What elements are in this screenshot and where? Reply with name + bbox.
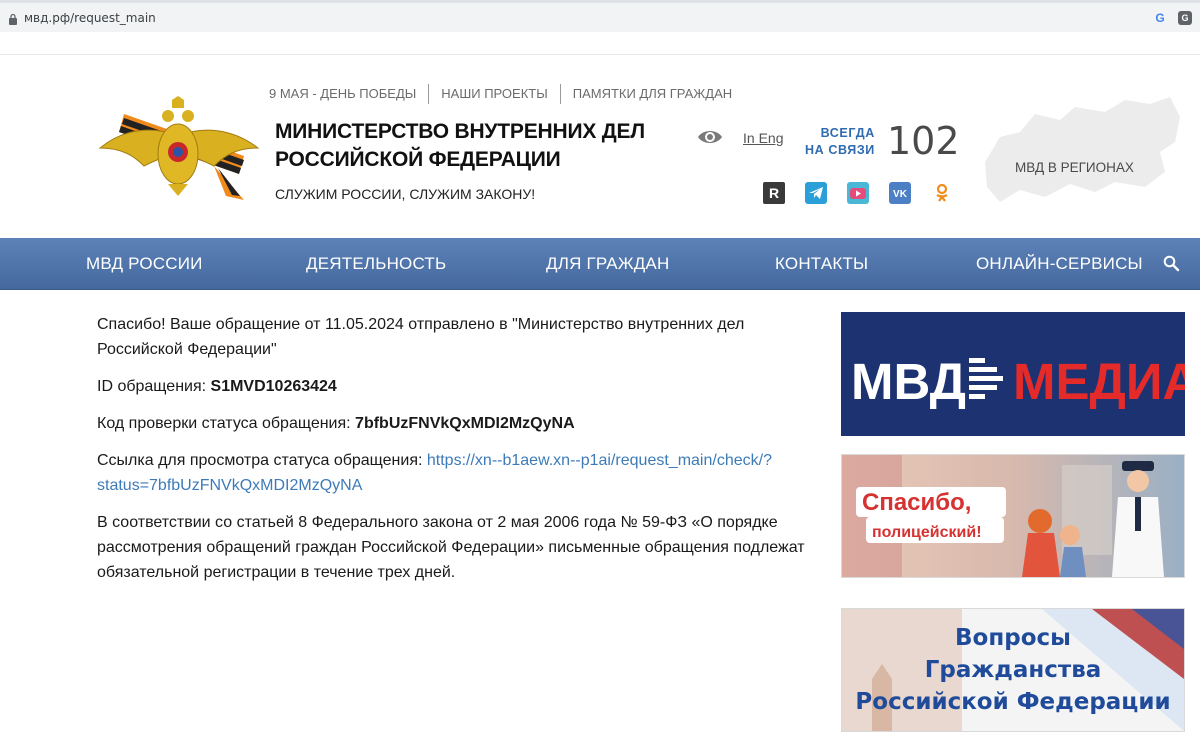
request-id-line: ID обращения: S1MVD10263424	[97, 374, 817, 399]
site-title[interactable]: МИНИСТЕРСТВО ВНУТРЕННИХ ДЕЛ РОССИЙСКОЙ Ф…	[275, 118, 675, 174]
english-link[interactable]: In Eng	[743, 130, 783, 146]
citizenship-graphic: Вопросы Гражданства Российской Федерации	[842, 609, 1184, 731]
status-link-line: Ссылка для просмотра статуса обращения: …	[97, 448, 817, 498]
emblem-logo[interactable]	[94, 96, 262, 200]
top-links: 9 МАЯ - ДЕНЬ ПОБЕДЫ НАШИ ПРОЕКТЫ ПАМЯТКИ…	[269, 84, 744, 104]
thanks-line-1: Спасибо,	[862, 489, 971, 516]
cit-line-1: Вопросы	[955, 625, 1071, 651]
nav-item-citizens[interactable]: ДЛЯ ГРАЖДАН	[546, 254, 669, 274]
svg-text:R: R	[769, 185, 779, 201]
ok-icon[interactable]	[931, 182, 953, 204]
always-line-1: ВСЕГДА	[820, 126, 875, 140]
rutube-icon[interactable]: R	[763, 182, 785, 204]
lock-icon	[9, 13, 17, 25]
media-right-text: МЕДИА	[1013, 353, 1185, 410]
telegram-icon[interactable]	[805, 182, 827, 204]
google-icon[interactable]: G	[1153, 11, 1167, 25]
eye-icon[interactable]	[696, 127, 724, 147]
always-in-touch: ВСЕГДА НА СВЯЗИ	[805, 125, 875, 159]
main-nav: МВД РОССИИ ДЕЯТЕЛЬНОСТЬ ДЛЯ ГРАЖДАН КОНТ…	[0, 238, 1200, 290]
svg-text:VK: VK	[893, 189, 908, 200]
top-link-projects[interactable]: НАШИ ПРОЕКТЫ	[428, 84, 559, 104]
site-motto: СЛУЖИМ РОССИИ, СЛУЖИМ ЗАКОНУ!	[275, 186, 536, 202]
thanks-police-banner[interactable]: Спасибо, полицейский!	[841, 454, 1185, 578]
request-id-value: S1MVD10263424	[210, 378, 337, 395]
request-id-label: ID обращения:	[97, 378, 211, 395]
mvd-media-graphic: МВД МЕДИА	[841, 312, 1185, 436]
citizenship-banner[interactable]: Вопросы Гражданства Российской Федерации	[841, 608, 1185, 732]
phone-number[interactable]: 102	[887, 119, 960, 163]
law-notice: В соответствии со статьей 8 Федерального…	[97, 514, 805, 581]
cit-line-3: Российской Федерации	[855, 689, 1170, 715]
nav-item-activity[interactable]: ДЕЯТЕЛЬНОСТЬ	[306, 254, 446, 274]
vk-icon[interactable]: VK	[889, 182, 911, 204]
status-code-value: 7bfbUzFNVkQxMDI2MzQyNA	[355, 415, 575, 432]
translate-icon[interactable]: G	[1178, 11, 1192, 25]
regions-link[interactable]: МВД В РЕГИОНАХ	[1015, 160, 1134, 175]
always-line-2: НА СВЯЗИ	[805, 143, 875, 157]
thanks-message: Спасибо! Ваше обращение от 11.05.2024 от…	[97, 316, 745, 358]
top-link-memos[interactable]: ПАМЯТКИ ДЛЯ ГРАЖДАН	[559, 84, 744, 104]
search-icon[interactable]	[1163, 255, 1180, 272]
nav-item-mvd-russia[interactable]: МВД РОССИИ	[86, 254, 203, 274]
russia-map[interactable]	[975, 92, 1185, 210]
url-text[interactable]: мвд.рф/request_main	[24, 11, 156, 25]
status-link-label: Ссылка для просмотра статуса обращения:	[97, 452, 427, 469]
top-link-victory-day[interactable]: 9 МАЯ - ДЕНЬ ПОБЕДЫ	[269, 84, 428, 104]
status-code-label: Код проверки статуса обращения:	[97, 415, 356, 432]
address-bar[interactable]: мвд.рф/request_main G G	[0, 0, 1200, 32]
mvd-media-banner[interactable]: МВД МЕДИА	[841, 312, 1185, 436]
thanks-line-2: полицейский!	[872, 524, 982, 541]
divider	[0, 54, 1200, 55]
confirmation-content: Спасибо! Ваше обращение от 11.05.2024 от…	[97, 312, 817, 597]
cit-line-2: Гражданства	[925, 657, 1102, 683]
status-code-line: Код проверки статуса обращения: 7bfbUzFN…	[97, 411, 817, 436]
video-icon[interactable]	[847, 182, 869, 204]
nav-item-online-services[interactable]: ОНЛАЙН-СЕРВИСЫ	[976, 254, 1143, 274]
thanks-police-graphic: Спасибо, полицейский!	[842, 455, 1184, 577]
nav-item-contacts[interactable]: КОНТАКТЫ	[775, 254, 868, 274]
media-left-text: МВД	[851, 353, 966, 410]
